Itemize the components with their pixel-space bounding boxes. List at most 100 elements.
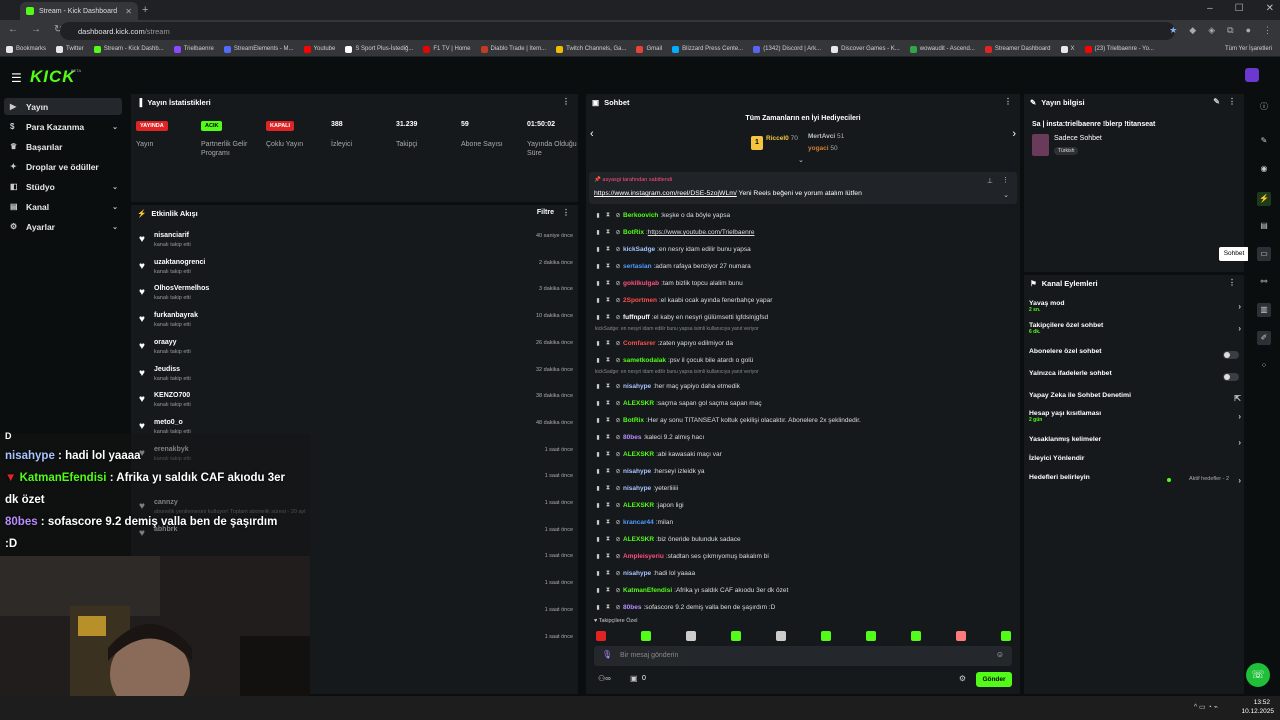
moderator-icon[interactable]: ◉	[1257, 162, 1271, 176]
menu-icon[interactable]: ⋮	[1263, 25, 1272, 36]
ban-icon[interactable]: ⊘	[613, 280, 623, 287]
ban-icon[interactable]: ⊘	[613, 536, 623, 543]
close-window-icon[interactable]: ✕	[1266, 3, 1274, 14]
user-avatar[interactable]	[1245, 68, 1259, 82]
timeout-icon[interactable]: ⧗	[603, 553, 613, 560]
emote-icon[interactable]	[1001, 631, 1011, 641]
new-tab-icon[interactable]: +	[142, 4, 148, 16]
timeout-icon[interactable]: ⧗	[603, 536, 613, 543]
bookmark-item[interactable]: Blizzard Press Cente...	[672, 45, 743, 53]
sidebar-item[interactable]: ▤ Kanal ⌄	[4, 198, 122, 215]
chat-username[interactable]: sertaslan	[623, 263, 652, 270]
points-icon[interactable]: ▣	[630, 674, 638, 683]
timeout-icon[interactable]: ⧗	[603, 587, 613, 594]
emote-icon[interactable]	[641, 631, 651, 641]
timeout-icon[interactable]: ⧗	[603, 417, 613, 424]
ban-icon[interactable]: ⊘	[613, 229, 623, 236]
timeout-icon[interactable]: ⧗	[603, 314, 613, 321]
chevron-down-icon[interactable]: ⌄	[112, 183, 118, 191]
pin-message-icon[interactable]: ▮	[593, 280, 603, 287]
gifter-entry[interactable]: MertAvci 51	[808, 133, 844, 140]
pin-message-icon[interactable]: ▮	[593, 485, 603, 492]
pin-message-icon[interactable]: ▮	[593, 383, 603, 390]
toggle-switch[interactable]	[1223, 373, 1239, 381]
chat-username[interactable]: Berkoovich	[623, 212, 658, 219]
edit-icon[interactable]: ✎	[1213, 97, 1220, 106]
activity-username[interactable]: furkanbayrak	[154, 312, 198, 319]
emote-icon[interactable]	[866, 631, 876, 641]
maximize-icon[interactable]: ☐	[1235, 3, 1244, 14]
bookmark-item[interactable]: Discover Games - K...	[831, 45, 900, 53]
more-options-icon[interactable]: ⋮	[1228, 97, 1236, 106]
timeout-icon[interactable]: ⧗	[603, 212, 613, 219]
minimize-icon[interactable]: –	[1207, 3, 1213, 14]
external-link-icon[interactable]: ⇱	[1234, 394, 1241, 403]
emote-icon[interactable]	[596, 631, 606, 641]
pin-message-icon[interactable]: ▮	[593, 357, 603, 364]
chat-username[interactable]: Ampleisyeriu	[623, 553, 664, 560]
chat-username[interactable]: 80bes	[623, 604, 641, 611]
channel-action-row[interactable]: İzleyici Yönlendir	[1029, 455, 1243, 471]
chat-username[interactable]: ALEXSKR	[623, 400, 654, 407]
ban-icon[interactable]: ⊘	[613, 297, 623, 304]
ban-icon[interactable]: ⊘	[613, 451, 623, 458]
chat-username[interactable]: nisahype	[623, 468, 651, 475]
bookmark-item[interactable]: S Sport Plus-İstediğ...	[345, 45, 413, 53]
chevron-right-icon[interactable]: ›	[1238, 302, 1241, 311]
pin-message-icon[interactable]: ▮	[593, 314, 603, 321]
chat-username[interactable]: ALEXSKR	[623, 451, 654, 458]
ban-icon[interactable]: ⊘	[613, 340, 623, 347]
puzzle-icon[interactable]: ⧉	[1227, 25, 1233, 36]
chat-username[interactable]: 80bes	[623, 434, 641, 441]
timeout-icon[interactable]: ⧗	[603, 485, 613, 492]
pin-message-icon[interactable]: ▮	[593, 536, 603, 543]
more-options-icon[interactable]: ⋮	[1002, 176, 1009, 184]
pin-message-icon[interactable]: ▮	[593, 502, 603, 509]
channel-action-row[interactable]: Takipçilere özel sohbet 6 dk. ›	[1029, 322, 1243, 338]
emote-icon[interactable]	[731, 631, 741, 641]
collapse-icon[interactable]: ⌄	[798, 156, 804, 164]
chat-input[interactable]: 🎙 Bir mesaj gönderin ☺	[594, 646, 1012, 666]
timeout-icon[interactable]: ⧗	[603, 468, 613, 475]
timeout-icon[interactable]: ⧗	[603, 502, 613, 509]
activity-username[interactable]: nisanciarif	[154, 232, 189, 239]
more-options-icon[interactable]: ⋮	[562, 97, 570, 106]
channel-action-row[interactable]: Yavaş mod 2 sn. ›	[1029, 300, 1243, 316]
chat-username[interactable]: nisahype	[623, 570, 651, 577]
ban-icon[interactable]: ⊘	[613, 357, 623, 364]
bookmark-item[interactable]: Diablo Trade | Item...	[480, 45, 546, 53]
ban-icon[interactable]: ⊘	[613, 246, 623, 253]
support-chat-icon[interactable]: ☏	[1246, 663, 1270, 687]
chat-username[interactable]: nisahype	[623, 383, 651, 390]
more-options-icon[interactable]: ⋮	[1228, 278, 1236, 287]
pin-message-icon[interactable]: ▮	[593, 246, 603, 253]
chat-username[interactable]: nisahype	[623, 485, 651, 492]
extension-icon[interactable]: ◆	[1189, 25, 1196, 36]
gifter-entry[interactable]: yogaci 50	[808, 145, 838, 152]
send-button[interactable]: Gönder	[976, 672, 1012, 687]
gifters-prev-icon[interactable]: ‹	[590, 128, 594, 140]
mic-icon[interactable]: 🎙	[602, 650, 612, 659]
bookmark-item[interactable]: (23) Trielbaenre - Yo...	[1084, 45, 1154, 53]
sidebar-item[interactable]: ✦ Droplar ve ödüller	[4, 158, 122, 175]
chat-username[interactable]: BotRix	[623, 229, 644, 236]
pin-message-icon[interactable]: ▮	[593, 417, 603, 424]
pin-message-icon[interactable]: ▮	[593, 340, 603, 347]
activity-username[interactable]: KENZO700	[154, 392, 190, 399]
timeout-icon[interactable]: ⧗	[603, 340, 613, 347]
ban-icon[interactable]: ⊘	[613, 434, 623, 441]
chat-username[interactable]: krancar44	[623, 519, 654, 526]
hamburger-menu-icon[interactable]: ☰	[11, 71, 22, 85]
chat-bubble-icon[interactable]: ▭	[1257, 247, 1271, 261]
sidebar-item[interactable]: ◧ Stüdyo ⌄	[4, 178, 122, 195]
sidebar-item[interactable]: ▶ Yayın	[4, 98, 122, 115]
pin-message-icon[interactable]: ▮	[593, 434, 603, 441]
extension-icon[interactable]: ◈	[1208, 25, 1215, 36]
emote-icon[interactable]	[956, 631, 966, 641]
chat-username[interactable]: sametkodalak	[623, 357, 666, 364]
bookmark-item[interactable]: Twitch Channels, Ga...	[556, 45, 626, 53]
channel-action-row[interactable]: Hedefleri belirleyin Aktif hedefler - 2 ›	[1029, 474, 1243, 490]
apps-icon[interactable]: ⁘	[1257, 359, 1271, 373]
back-icon[interactable]: ←	[8, 24, 18, 35]
chevron-down-icon[interactable]: ⌄	[112, 223, 118, 231]
